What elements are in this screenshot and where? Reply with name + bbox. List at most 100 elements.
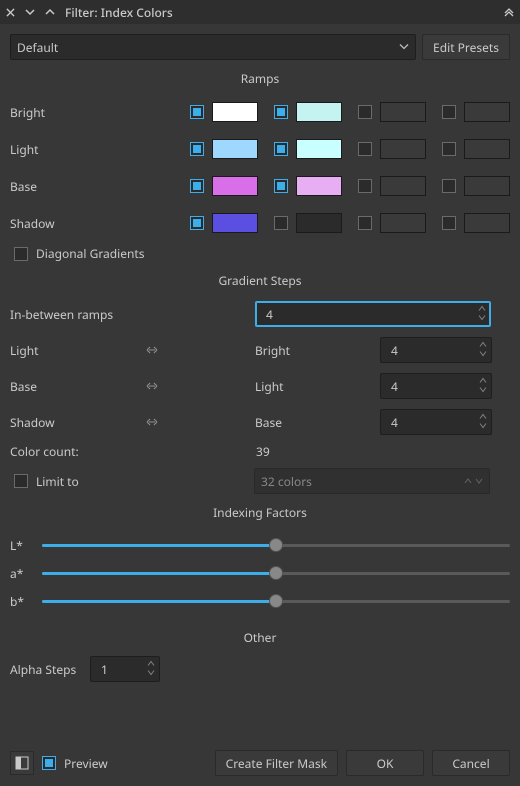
ramp-row: Base [10, 171, 510, 201]
limit-to-label: Limit to [36, 473, 246, 490]
alpha-steps-label: Alpha Steps [10, 661, 80, 678]
indexing-factor-label: L* [10, 537, 32, 554]
gradient-step-value: 4 [391, 342, 398, 359]
chevron-up-icon[interactable] [45, 4, 55, 21]
indexing-factor-slider[interactable] [42, 538, 510, 552]
ramp-color-checkbox[interactable] [442, 179, 456, 193]
color-count-label: Color count: [10, 443, 256, 460]
gradient-step-value: 4 [391, 378, 398, 395]
create-filter-mask-button[interactable]: Create Filter Mask [215, 750, 338, 776]
indexing-factor-label: b* [10, 593, 32, 610]
ramp-color-checkbox[interactable] [358, 142, 372, 156]
link-icon [145, 378, 159, 395]
ramp-color-checkbox[interactable] [442, 105, 456, 119]
link-icon [145, 342, 159, 359]
ramp-color-checkbox[interactable] [274, 142, 288, 156]
color-count-value: 39 [256, 443, 270, 460]
link-icon [145, 414, 159, 431]
ramp-label: Bright [10, 104, 190, 121]
preset-value: Default [17, 39, 58, 56]
close-icon[interactable] [6, 4, 15, 21]
preview-checkbox[interactable] [42, 756, 56, 770]
color-swatch[interactable] [296, 176, 342, 196]
gradient-step-spinner[interactable]: 4 [380, 337, 492, 363]
gradient-step-spinner[interactable]: 4 [380, 409, 492, 435]
color-swatch[interactable] [464, 176, 510, 196]
spinner-arrows-icon [479, 376, 487, 394]
color-swatch[interactable] [464, 139, 510, 159]
indexing-factor-label: a* [10, 565, 32, 582]
color-swatch[interactable] [212, 213, 258, 233]
gradient-right-label: Light [255, 378, 380, 395]
gradient-step-spinner[interactable]: 4 [380, 373, 492, 399]
spinner-arrows-icon [478, 304, 486, 322]
alpha-steps-spinner[interactable]: 1 [90, 656, 160, 682]
preset-select[interactable]: Default [10, 34, 416, 60]
cancel-button[interactable]: Cancel [432, 750, 510, 776]
color-swatch[interactable] [464, 102, 510, 122]
ramp-label: Light [10, 141, 190, 158]
ramp-color-checkbox[interactable] [190, 179, 204, 193]
gradient-right-label: Base [255, 414, 380, 431]
gradient-step-value: 4 [391, 414, 398, 431]
window-title: Filter: Index Colors [65, 4, 494, 21]
ramp-row: Shadow [10, 208, 510, 238]
limit-to-combo-value: 32 colors [261, 473, 312, 490]
in-between-ramps-label: In-between ramps [10, 306, 113, 323]
chevron-down-icon[interactable] [25, 4, 35, 21]
ok-button[interactable]: OK [346, 750, 424, 776]
ramp-color-checkbox[interactable] [358, 179, 372, 193]
color-swatch[interactable] [212, 139, 258, 159]
other-heading: Other [10, 629, 510, 646]
color-swatch[interactable] [380, 213, 426, 233]
gradient-left-label: Base [10, 378, 37, 395]
limit-to-checkbox[interactable] [14, 474, 28, 488]
chevron-down-icon [399, 39, 409, 56]
ramp-color-checkbox[interactable] [274, 105, 288, 119]
gradient-left-label: Shadow [10, 414, 55, 431]
color-swatch[interactable] [380, 102, 426, 122]
color-swatch[interactable] [380, 139, 426, 159]
diagonal-gradients-checkbox[interactable] [14, 247, 28, 261]
spinner-arrows-icon [479, 412, 487, 430]
collapse-icon[interactable] [504, 4, 514, 21]
ramp-row: Bright [10, 97, 510, 127]
in-between-ramps-value: 4 [266, 306, 273, 323]
alpha-steps-value: 1 [101, 661, 108, 678]
gradient-steps-heading: Gradient Steps [10, 272, 510, 289]
gradient-right-label: Bright [255, 342, 380, 359]
gradient-left-label: Light [10, 342, 39, 359]
color-swatch[interactable] [296, 139, 342, 159]
ramp-color-checkbox[interactable] [190, 142, 204, 156]
color-swatch[interactable] [380, 176, 426, 196]
color-swatch[interactable] [212, 102, 258, 122]
view-toggle-button[interactable] [10, 751, 34, 775]
indexing-factor-slider[interactable] [42, 594, 510, 608]
diagonal-gradients-label: Diagonal Gradients [36, 245, 145, 262]
indexing-factors-heading: Indexing Factors [10, 504, 510, 521]
ramps-heading: Ramps [10, 70, 510, 87]
indexing-factor-slider[interactable] [42, 566, 510, 580]
ramp-color-checkbox[interactable] [274, 216, 288, 230]
ramp-color-checkbox[interactable] [358, 216, 372, 230]
spinner-arrows-icon [147, 659, 155, 677]
ramp-color-checkbox[interactable] [274, 179, 288, 193]
color-swatch[interactable] [296, 213, 342, 233]
limit-to-combo[interactable]: 32 colors [254, 468, 490, 494]
ramp-label: Base [10, 178, 190, 195]
in-between-ramps-spinner[interactable]: 4 [255, 301, 491, 327]
color-swatch[interactable] [212, 176, 258, 196]
ramp-color-checkbox[interactable] [442, 216, 456, 230]
ramp-color-checkbox[interactable] [442, 142, 456, 156]
color-swatch[interactable] [296, 102, 342, 122]
color-swatch[interactable] [464, 213, 510, 233]
ramp-row: Light [10, 134, 510, 164]
preview-label: Preview [64, 755, 108, 772]
ramp-color-checkbox[interactable] [358, 105, 372, 119]
spinner-arrows-icon [464, 473, 483, 490]
spinner-arrows-icon [479, 340, 487, 358]
ramp-color-checkbox[interactable] [190, 216, 204, 230]
ramp-label: Shadow [10, 215, 190, 232]
ramp-color-checkbox[interactable] [190, 105, 204, 119]
edit-presets-button[interactable]: Edit Presets [422, 34, 510, 60]
